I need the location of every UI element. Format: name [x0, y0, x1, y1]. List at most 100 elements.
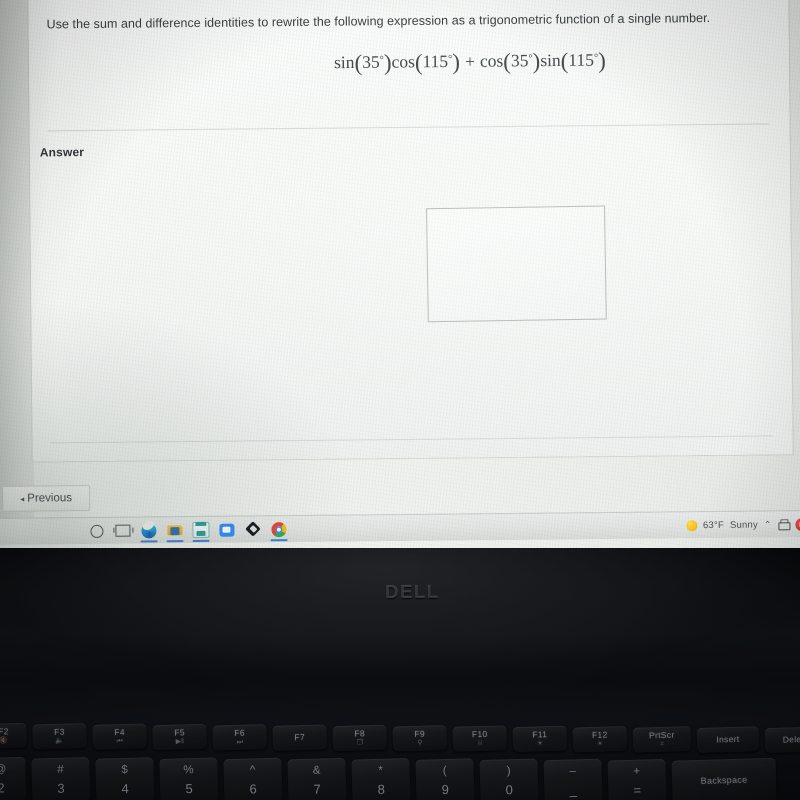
key-9-bottom: 9 [441, 781, 450, 797]
weather-condition[interactable]: Sunny [730, 519, 758, 530]
brightness-up-icon: ☀ [596, 740, 604, 748]
key-7-bottom: 7 [313, 781, 321, 797]
search-icon: ⚲ [417, 739, 423, 747]
math-arg-115-1: 115 [422, 51, 449, 72]
file-explorer-icon [167, 524, 183, 536]
key-f4[interactable]: F4 ⏮ [92, 723, 147, 750]
key-f11-label: F11 [532, 728, 548, 740]
key-f3[interactable]: F3 🔈 [32, 723, 87, 750]
key-5[interactable]: % 5 [159, 757, 219, 800]
key-4[interactable]: $ 4 [95, 757, 155, 800]
key-5-bottom: 5 [185, 780, 193, 796]
next-track-icon: ⏭ [236, 738, 244, 746]
taskbar-item-chrome[interactable] [266, 517, 291, 541]
section-divider-bottom [50, 435, 773, 444]
key-f7-label: F7 [294, 731, 306, 743]
key-prtscr[interactable]: PrtScr ⌗ [632, 726, 692, 753]
taskbar-item-zoom[interactable] [214, 518, 239, 542]
show-hidden-icons-chevron-icon[interactable]: ⌃ [764, 519, 772, 529]
key-equals[interactable]: + = [607, 758, 667, 800]
key-f6[interactable]: F6 ⏭ [212, 724, 268, 751]
weather-temperature[interactable]: 63°F [703, 519, 724, 530]
key-f8[interactable]: F8 ❐ [332, 724, 388, 752]
previous-track-icon: ⏮ [116, 737, 124, 745]
key-2[interactable]: @ 2 [0, 756, 27, 800]
question-card: Use the sum and difference identities to… [28, 0, 793, 462]
key-7-top: & [312, 764, 321, 777]
previous-button-label: Previous [27, 492, 73, 505]
key-f12[interactable]: F12 ☀ [572, 725, 628, 753]
key-f7[interactable]: F7 [272, 724, 328, 751]
key-9-top: ( [442, 764, 447, 777]
key-f8-label: F8 [354, 727, 366, 739]
key-equals-bottom: = [633, 782, 642, 798]
key-f5[interactable]: F5 ▶‖ [152, 723, 208, 751]
key-2-top: @ [0, 763, 7, 776]
key-delete-label: Delete [782, 733, 800, 745]
previous-button[interactable]: ◂ Previous [2, 484, 91, 512]
taskbar-item-task-view[interactable] [110, 519, 135, 543]
key-4-bottom: 4 [121, 780, 129, 796]
math-arg-115-2: 115 [568, 49, 595, 70]
chrome-icon [271, 521, 287, 537]
question-prompt: Use the sum and difference identities to… [46, 11, 711, 32]
network-icon[interactable] [777, 519, 789, 529]
notification-badge-icon[interactable] [795, 517, 800, 531]
taskbar-item-cortana[interactable] [84, 519, 109, 543]
key-f11[interactable]: F11 ☀ [512, 725, 568, 753]
key-5-top: % [183, 763, 194, 777]
key-0[interactable]: ) 0 [479, 758, 539, 800]
print-screen-icon: ⌗ [659, 740, 665, 748]
edge-icon [141, 522, 157, 539]
key-f2[interactable]: F2 🔇 [0, 722, 27, 749]
key-minus-bottom: _ [569, 781, 578, 798]
volume-down-icon: 🔈 [55, 737, 65, 745]
taskbar-item-teal-app[interactable] [188, 518, 213, 542]
key-2-bottom: 2 [0, 779, 5, 796]
key-f12-label: F12 [591, 729, 608, 740]
key-insert[interactable]: Insert [696, 726, 760, 753]
key-8-bottom: 8 [377, 781, 386, 797]
key-minus[interactable]: – _ [543, 758, 603, 800]
taskbar-item-inkscape[interactable] [240, 517, 265, 541]
math-paren-close-4: ) [598, 48, 606, 74]
key-7[interactable]: & 7 [287, 757, 347, 800]
key-3[interactable]: # 3 [31, 756, 91, 800]
section-divider-top [47, 123, 770, 132]
math-expression-wrapper: sin(35°)cos(115°) + cos(35°)sin(115°) [29, 46, 789, 79]
key-f3-label: F3 [54, 726, 65, 737]
key-8-top: * [378, 764, 384, 777]
play-pause-icon: ▶‖ [175, 737, 185, 746]
photo-of-laptop: Use the sum and difference identities to… [0, 0, 800, 800]
dell-brand-logo: DELL [384, 581, 440, 604]
taskbar-pinned-apps [84, 517, 291, 543]
answer-input-box[interactable] [426, 205, 607, 323]
key-f9[interactable]: F9 ⚲ [392, 724, 448, 752]
key-8[interactable]: * 8 [351, 758, 411, 800]
math-arg-35-1: 35 [362, 51, 380, 72]
key-backspace[interactable]: Backspace [671, 757, 777, 800]
brightness-down-icon: ☀ [536, 739, 544, 748]
key-equals-top: + [633, 765, 641, 778]
key-minus-top: – [569, 765, 577, 778]
math-fn-cos-1: cos [391, 51, 415, 72]
inkscape-icon [245, 522, 260, 537]
key-f10[interactable]: F10 ⌸ [452, 725, 508, 752]
key-9[interactable]: ( 9 [415, 758, 475, 800]
taskbar-item-file-explorer[interactable] [162, 518, 187, 542]
key-3-top: # [57, 763, 64, 776]
key-4-top: $ [121, 763, 128, 776]
key-0-bottom: 0 [505, 781, 514, 797]
key-f9-label: F9 [414, 728, 426, 739]
key-insert-label: Insert [716, 733, 740, 745]
keyboard-backlight-icon: ⌸ [477, 739, 483, 747]
key-delete[interactable]: Delete [764, 726, 800, 754]
chevron-left-icon: ◂ [20, 494, 25, 504]
key-f5-label: F5 [174, 726, 185, 738]
taskbar-item-edge[interactable] [136, 518, 161, 542]
math-expression: sin(35°)cos(115°) + cos(35°)sin(115°) [334, 48, 606, 77]
key-f6-label: F6 [234, 727, 245, 738]
laptop-screen: Use the sum and difference identities to… [0, 0, 800, 564]
task-view-icon [115, 524, 131, 537]
key-6[interactable]: ^ 6 [223, 757, 283, 800]
